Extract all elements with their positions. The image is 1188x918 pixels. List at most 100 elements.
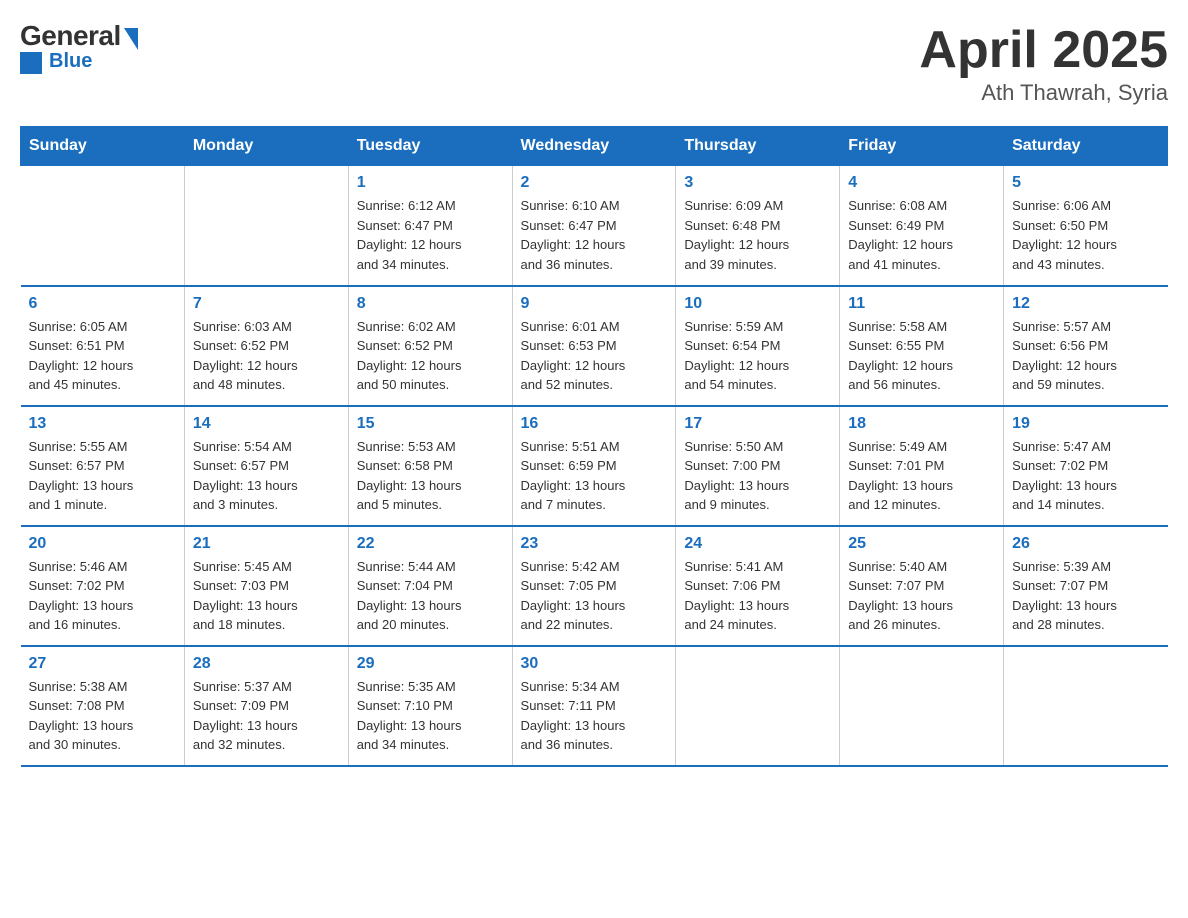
cell-w2-d4: 9 Sunrise: 6:01 AM Sunset: 6:53 PM Daylig… bbox=[512, 286, 676, 406]
page-header: General Blue April 2025 Ath Thawrah, Syr… bbox=[20, 20, 1168, 106]
week-row-1: 1Sunrise: 6:12 AM Sunset: 6:47 PM Daylig… bbox=[21, 166, 1168, 286]
day-info: Sunrise: 5:34 AM Sunset: 7:11 PM Dayligh… bbox=[521, 677, 668, 755]
day-number: 8 bbox=[357, 295, 504, 313]
day-number: 10 bbox=[684, 295, 831, 313]
day-info: Sunrise: 5:47 AM Sunset: 7:02 PM Dayligh… bbox=[1012, 437, 1159, 515]
cell-w3-d1: 13 Sunrise: 5:55 AM Sunset: 6:57 PM Dayli… bbox=[21, 406, 185, 526]
week-row-5: 27 Sunrise: 5:38 AM Sunset: 7:08 PM Dayli… bbox=[21, 646, 1168, 766]
day-info: Sunrise: 5:51 AM Sunset: 6:59 PM Dayligh… bbox=[521, 437, 668, 515]
day-info: Sunrise: 6:06 AM Sunset: 6:50 PM Dayligh… bbox=[1012, 196, 1159, 274]
day-info: Sunrise: 5:42 AM Sunset: 7:05 PM Dayligh… bbox=[521, 557, 668, 635]
cell-w4-d7: 26 Sunrise: 5:39 AM Sunset: 7:07 PM Dayli… bbox=[1004, 526, 1168, 646]
week-row-3: 13 Sunrise: 5:55 AM Sunset: 6:57 PM Dayli… bbox=[21, 406, 1168, 526]
col-friday: Friday bbox=[840, 127, 1004, 166]
col-wednesday: Wednesday bbox=[512, 127, 676, 166]
day-number: 23 bbox=[521, 535, 668, 553]
logo-blue-text: Blue bbox=[49, 50, 92, 73]
day-number: 6 bbox=[29, 295, 176, 313]
cell-w3-d3: 15 Sunrise: 5:53 AM Sunset: 6:58 PM Dayli… bbox=[348, 406, 512, 526]
day-number: 13 bbox=[29, 415, 176, 433]
logo-triangle-icon bbox=[124, 28, 138, 50]
cell-w1-d1 bbox=[21, 166, 185, 286]
calendar-table: Sunday Monday Tuesday Wednesday Thursday… bbox=[20, 126, 1168, 767]
cell-w1-d3: 1Sunrise: 6:12 AM Sunset: 6:47 PM Daylig… bbox=[348, 166, 512, 286]
day-number: 5 bbox=[1012, 174, 1159, 192]
week-row-4: 20Sunrise: 5:46 AM Sunset: 7:02 PM Dayli… bbox=[21, 526, 1168, 646]
cell-w4-d5: 24 Sunrise: 5:41 AM Sunset: 7:06 PM Dayli… bbox=[676, 526, 840, 646]
cell-w5-d4: 30 Sunrise: 5:34 AM Sunset: 7:11 PM Dayli… bbox=[512, 646, 676, 766]
page-subtitle: Ath Thawrah, Syria bbox=[919, 80, 1168, 106]
day-info: Sunrise: 5:57 AM Sunset: 6:56 PM Dayligh… bbox=[1012, 317, 1159, 395]
cell-w5-d3: 29Sunrise: 5:35 AM Sunset: 7:10 PM Dayli… bbox=[348, 646, 512, 766]
day-info: Sunrise: 5:39 AM Sunset: 7:07 PM Dayligh… bbox=[1012, 557, 1159, 635]
col-sunday: Sunday bbox=[21, 127, 185, 166]
day-info: Sunrise: 6:02 AM Sunset: 6:52 PM Dayligh… bbox=[357, 317, 504, 395]
day-info: Sunrise: 5:45 AM Sunset: 7:03 PM Dayligh… bbox=[193, 557, 340, 635]
cell-w2-d1: 6 Sunrise: 6:05 AM Sunset: 6:51 PM Daylig… bbox=[21, 286, 185, 406]
day-number: 30 bbox=[521, 655, 668, 673]
col-saturday: Saturday bbox=[1004, 127, 1168, 166]
day-number: 11 bbox=[848, 295, 995, 313]
day-info: Sunrise: 6:03 AM Sunset: 6:52 PM Dayligh… bbox=[193, 317, 340, 395]
day-info: Sunrise: 5:54 AM Sunset: 6:57 PM Dayligh… bbox=[193, 437, 340, 515]
day-number: 21 bbox=[193, 535, 340, 553]
cell-w2-d6: 11 Sunrise: 5:58 AM Sunset: 6:55 PM Dayli… bbox=[840, 286, 1004, 406]
day-number: 24 bbox=[684, 535, 831, 553]
cell-w5-d1: 27 Sunrise: 5:38 AM Sunset: 7:08 PM Dayli… bbox=[21, 646, 185, 766]
cell-w2-d3: 8 Sunrise: 6:02 AM Sunset: 6:52 PM Daylig… bbox=[348, 286, 512, 406]
cell-w4-d2: 21 Sunrise: 5:45 AM Sunset: 7:03 PM Dayli… bbox=[184, 526, 348, 646]
cell-w4-d4: 23 Sunrise: 5:42 AM Sunset: 7:05 PM Dayli… bbox=[512, 526, 676, 646]
cell-w1-d7: 5 Sunrise: 6:06 AM Sunset: 6:50 PM Daylig… bbox=[1004, 166, 1168, 286]
calendar-header-row: Sunday Monday Tuesday Wednesday Thursday… bbox=[21, 127, 1168, 166]
cell-w5-d2: 28 Sunrise: 5:37 AM Sunset: 7:09 PM Dayli… bbox=[184, 646, 348, 766]
cell-w4-d6: 25Sunrise: 5:40 AM Sunset: 7:07 PM Dayli… bbox=[840, 526, 1004, 646]
day-number: 7 bbox=[193, 295, 340, 313]
week-row-2: 6 Sunrise: 6:05 AM Sunset: 6:51 PM Daylig… bbox=[21, 286, 1168, 406]
day-info: Sunrise: 6:08 AM Sunset: 6:49 PM Dayligh… bbox=[848, 196, 995, 274]
cell-w4-d3: 22Sunrise: 5:44 AM Sunset: 7:04 PM Dayli… bbox=[348, 526, 512, 646]
day-number: 2 bbox=[521, 174, 668, 192]
cell-w1-d2 bbox=[184, 166, 348, 286]
day-number: 15 bbox=[357, 415, 504, 433]
day-number: 9 bbox=[521, 295, 668, 313]
day-number: 12 bbox=[1012, 295, 1159, 313]
logo-square-icon bbox=[20, 52, 42, 74]
day-info: Sunrise: 5:35 AM Sunset: 7:10 PM Dayligh… bbox=[357, 677, 504, 755]
day-number: 19 bbox=[1012, 415, 1159, 433]
cell-w3-d2: 14 Sunrise: 5:54 AM Sunset: 6:57 PM Dayli… bbox=[184, 406, 348, 526]
day-info: Sunrise: 5:53 AM Sunset: 6:58 PM Dayligh… bbox=[357, 437, 504, 515]
cell-w5-d7 bbox=[1004, 646, 1168, 766]
day-number: 17 bbox=[684, 415, 831, 433]
day-number: 26 bbox=[1012, 535, 1159, 553]
day-number: 28 bbox=[193, 655, 340, 673]
day-info: Sunrise: 5:41 AM Sunset: 7:06 PM Dayligh… bbox=[684, 557, 831, 635]
day-info: Sunrise: 5:46 AM Sunset: 7:02 PM Dayligh… bbox=[29, 557, 176, 635]
day-info: Sunrise: 6:01 AM Sunset: 6:53 PM Dayligh… bbox=[521, 317, 668, 395]
day-info: Sunrise: 5:55 AM Sunset: 6:57 PM Dayligh… bbox=[29, 437, 176, 515]
day-number: 4 bbox=[848, 174, 995, 192]
day-info: Sunrise: 5:50 AM Sunset: 7:00 PM Dayligh… bbox=[684, 437, 831, 515]
day-number: 27 bbox=[29, 655, 176, 673]
cell-w1-d6: 4 Sunrise: 6:08 AM Sunset: 6:49 PM Daylig… bbox=[840, 166, 1004, 286]
cell-w3-d4: 16 Sunrise: 5:51 AM Sunset: 6:59 PM Dayli… bbox=[512, 406, 676, 526]
day-info: Sunrise: 5:59 AM Sunset: 6:54 PM Dayligh… bbox=[684, 317, 831, 395]
day-info: Sunrise: 6:12 AM Sunset: 6:47 PM Dayligh… bbox=[357, 196, 504, 274]
day-number: 3 bbox=[684, 174, 831, 192]
day-info: Sunrise: 6:05 AM Sunset: 6:51 PM Dayligh… bbox=[29, 317, 176, 395]
day-number: 16 bbox=[521, 415, 668, 433]
cell-w1-d5: 3Sunrise: 6:09 AM Sunset: 6:48 PM Daylig… bbox=[676, 166, 840, 286]
day-info: Sunrise: 5:40 AM Sunset: 7:07 PM Dayligh… bbox=[848, 557, 995, 635]
day-info: Sunrise: 6:10 AM Sunset: 6:47 PM Dayligh… bbox=[521, 196, 668, 274]
logo: General Blue bbox=[20, 20, 138, 74]
cell-w3-d7: 19 Sunrise: 5:47 AM Sunset: 7:02 PM Dayli… bbox=[1004, 406, 1168, 526]
cell-w3-d6: 18Sunrise: 5:49 AM Sunset: 7:01 PM Dayli… bbox=[840, 406, 1004, 526]
cell-w2-d5: 10 Sunrise: 5:59 AM Sunset: 6:54 PM Dayli… bbox=[676, 286, 840, 406]
day-number: 14 bbox=[193, 415, 340, 433]
cell-w2-d7: 12 Sunrise: 5:57 AM Sunset: 6:56 PM Dayli… bbox=[1004, 286, 1168, 406]
day-info: Sunrise: 5:58 AM Sunset: 6:55 PM Dayligh… bbox=[848, 317, 995, 395]
logo-bottom-row: Blue bbox=[20, 52, 92, 74]
page-title: April 2025 bbox=[919, 20, 1168, 80]
day-info: Sunrise: 5:38 AM Sunset: 7:08 PM Dayligh… bbox=[29, 677, 176, 755]
day-info: Sunrise: 5:37 AM Sunset: 7:09 PM Dayligh… bbox=[193, 677, 340, 755]
day-info: Sunrise: 5:44 AM Sunset: 7:04 PM Dayligh… bbox=[357, 557, 504, 635]
